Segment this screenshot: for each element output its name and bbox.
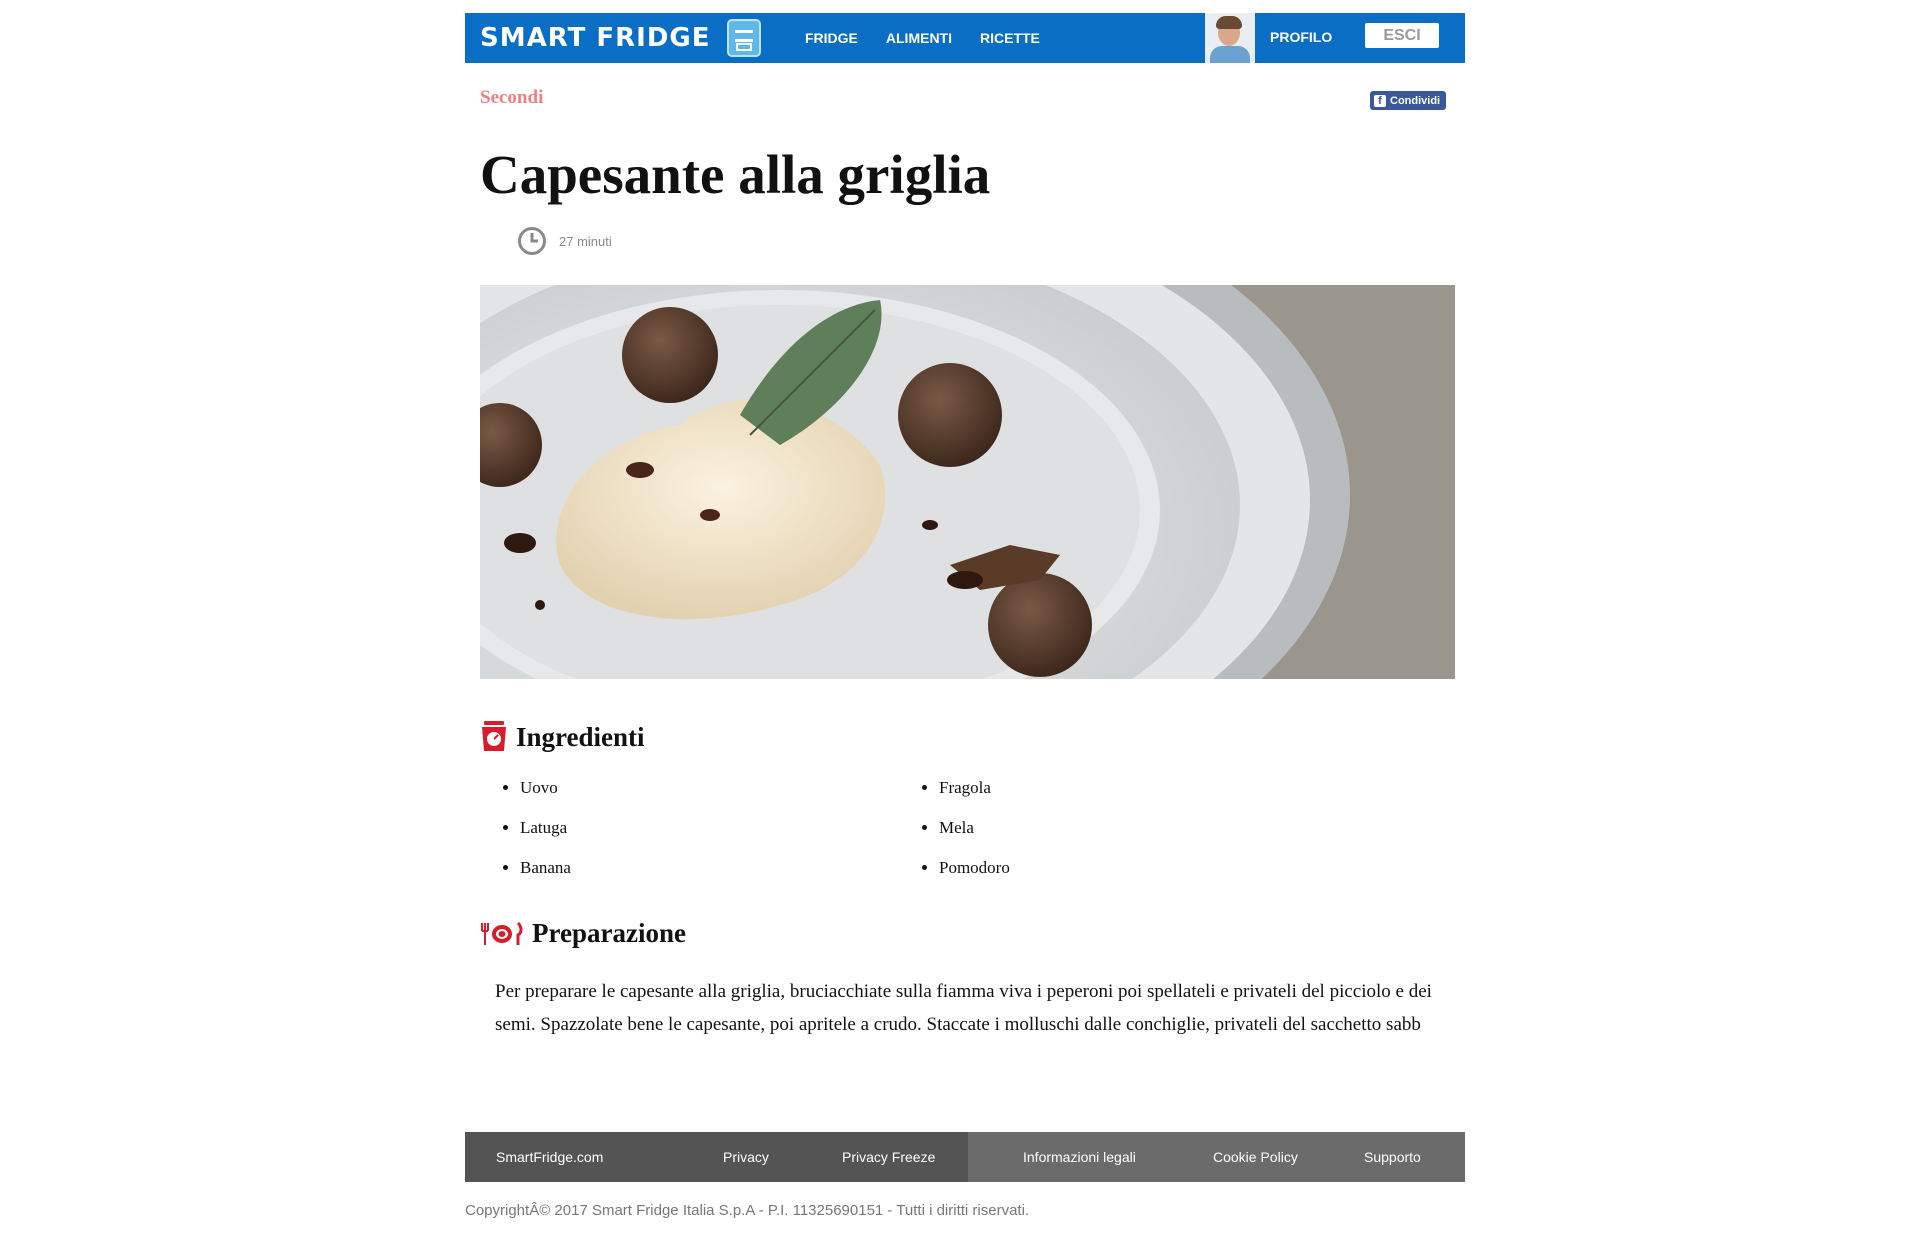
- copyright-text: CopyrightÂ© 2017 Smart Fridge Italia S.p…: [465, 1202, 1030, 1219]
- nav-item-alimenti[interactable]: ALIMENTI: [886, 30, 952, 46]
- preparation-heading-text: Preparazione: [532, 918, 686, 948]
- recipe-title: Capesante alla griglia: [480, 144, 991, 205]
- footer: SmartFridge.com Privacy Privacy Freeze I…: [465, 1132, 1465, 1182]
- list-item: Pomodoro: [939, 857, 1010, 897]
- share-label: Condividi: [1390, 94, 1441, 107]
- footer-link-legal[interactable]: Informazioni legali: [1023, 1132, 1136, 1182]
- ingredients-heading: Ingredienti: [480, 721, 645, 753]
- prep-time-text: 27 minuti: [559, 233, 612, 249]
- facebook-share-button[interactable]: f Condividi: [1370, 91, 1447, 110]
- footer-link-support[interactable]: Supporto: [1364, 1132, 1421, 1182]
- top-navbar: SMART FRIDGE FRIDGE ALIMENTI RICETTE PRO…: [465, 13, 1465, 63]
- list-item: Uovo: [520, 777, 571, 817]
- main-nav: FRIDGE ALIMENTI RICETTE: [805, 13, 1040, 63]
- prep-time: 27 minuti: [517, 226, 612, 256]
- facebook-icon: f: [1374, 94, 1386, 107]
- avatar[interactable]: [1205, 13, 1255, 63]
- list-item: Latuga: [520, 817, 571, 857]
- clock-icon: [518, 227, 546, 255]
- logo[interactable]: SMART FRIDGE: [480, 13, 761, 63]
- ingredients-list-col1: Uovo Latuga Banana: [480, 777, 571, 897]
- kitchen-scale-icon: [482, 721, 506, 751]
- list-item: Fragola: [939, 777, 1010, 817]
- list-item: Mela: [939, 817, 1010, 857]
- recipe-image: [480, 285, 1455, 679]
- fridge-icon: [726, 19, 761, 57]
- ingredients-list-col2: Fragola Mela Pomodoro: [899, 777, 1010, 897]
- footer-link-privacy-freeze[interactable]: Privacy Freeze: [842, 1132, 935, 1182]
- logout-button[interactable]: ESCI: [1365, 23, 1439, 48]
- plate-cutlery-icon: [481, 921, 523, 945]
- footer-right: Informazioni legali Cookie Policy Suppor…: [968, 1132, 1465, 1182]
- profile-link[interactable]: PROFILO: [1270, 29, 1332, 45]
- preparation-heading: Preparazione: [480, 918, 686, 949]
- logo-text: SMART FRIDGE: [480, 23, 711, 53]
- footer-link-smartfridge[interactable]: SmartFridge.com: [496, 1132, 603, 1182]
- page: SMART FRIDGE FRIDGE ALIMENTI RICETTE PRO…: [465, 13, 1465, 1219]
- preparation-text: Per preparare le capesante alla griglia,…: [495, 981, 1432, 1035]
- nav-item-ricette[interactable]: RICETTE: [980, 30, 1040, 46]
- recipe-category[interactable]: Secondi: [480, 87, 543, 109]
- footer-left: SmartFridge.com Privacy Privacy Freeze: [465, 1132, 968, 1182]
- ingredients-heading-text: Ingredienti: [516, 721, 645, 752]
- footer-link-cookie-policy[interactable]: Cookie Policy: [1213, 1132, 1298, 1182]
- list-item: Banana: [520, 857, 571, 897]
- footer-link-privacy[interactable]: Privacy: [723, 1132, 769, 1182]
- nav-item-fridge[interactable]: FRIDGE: [805, 30, 858, 46]
